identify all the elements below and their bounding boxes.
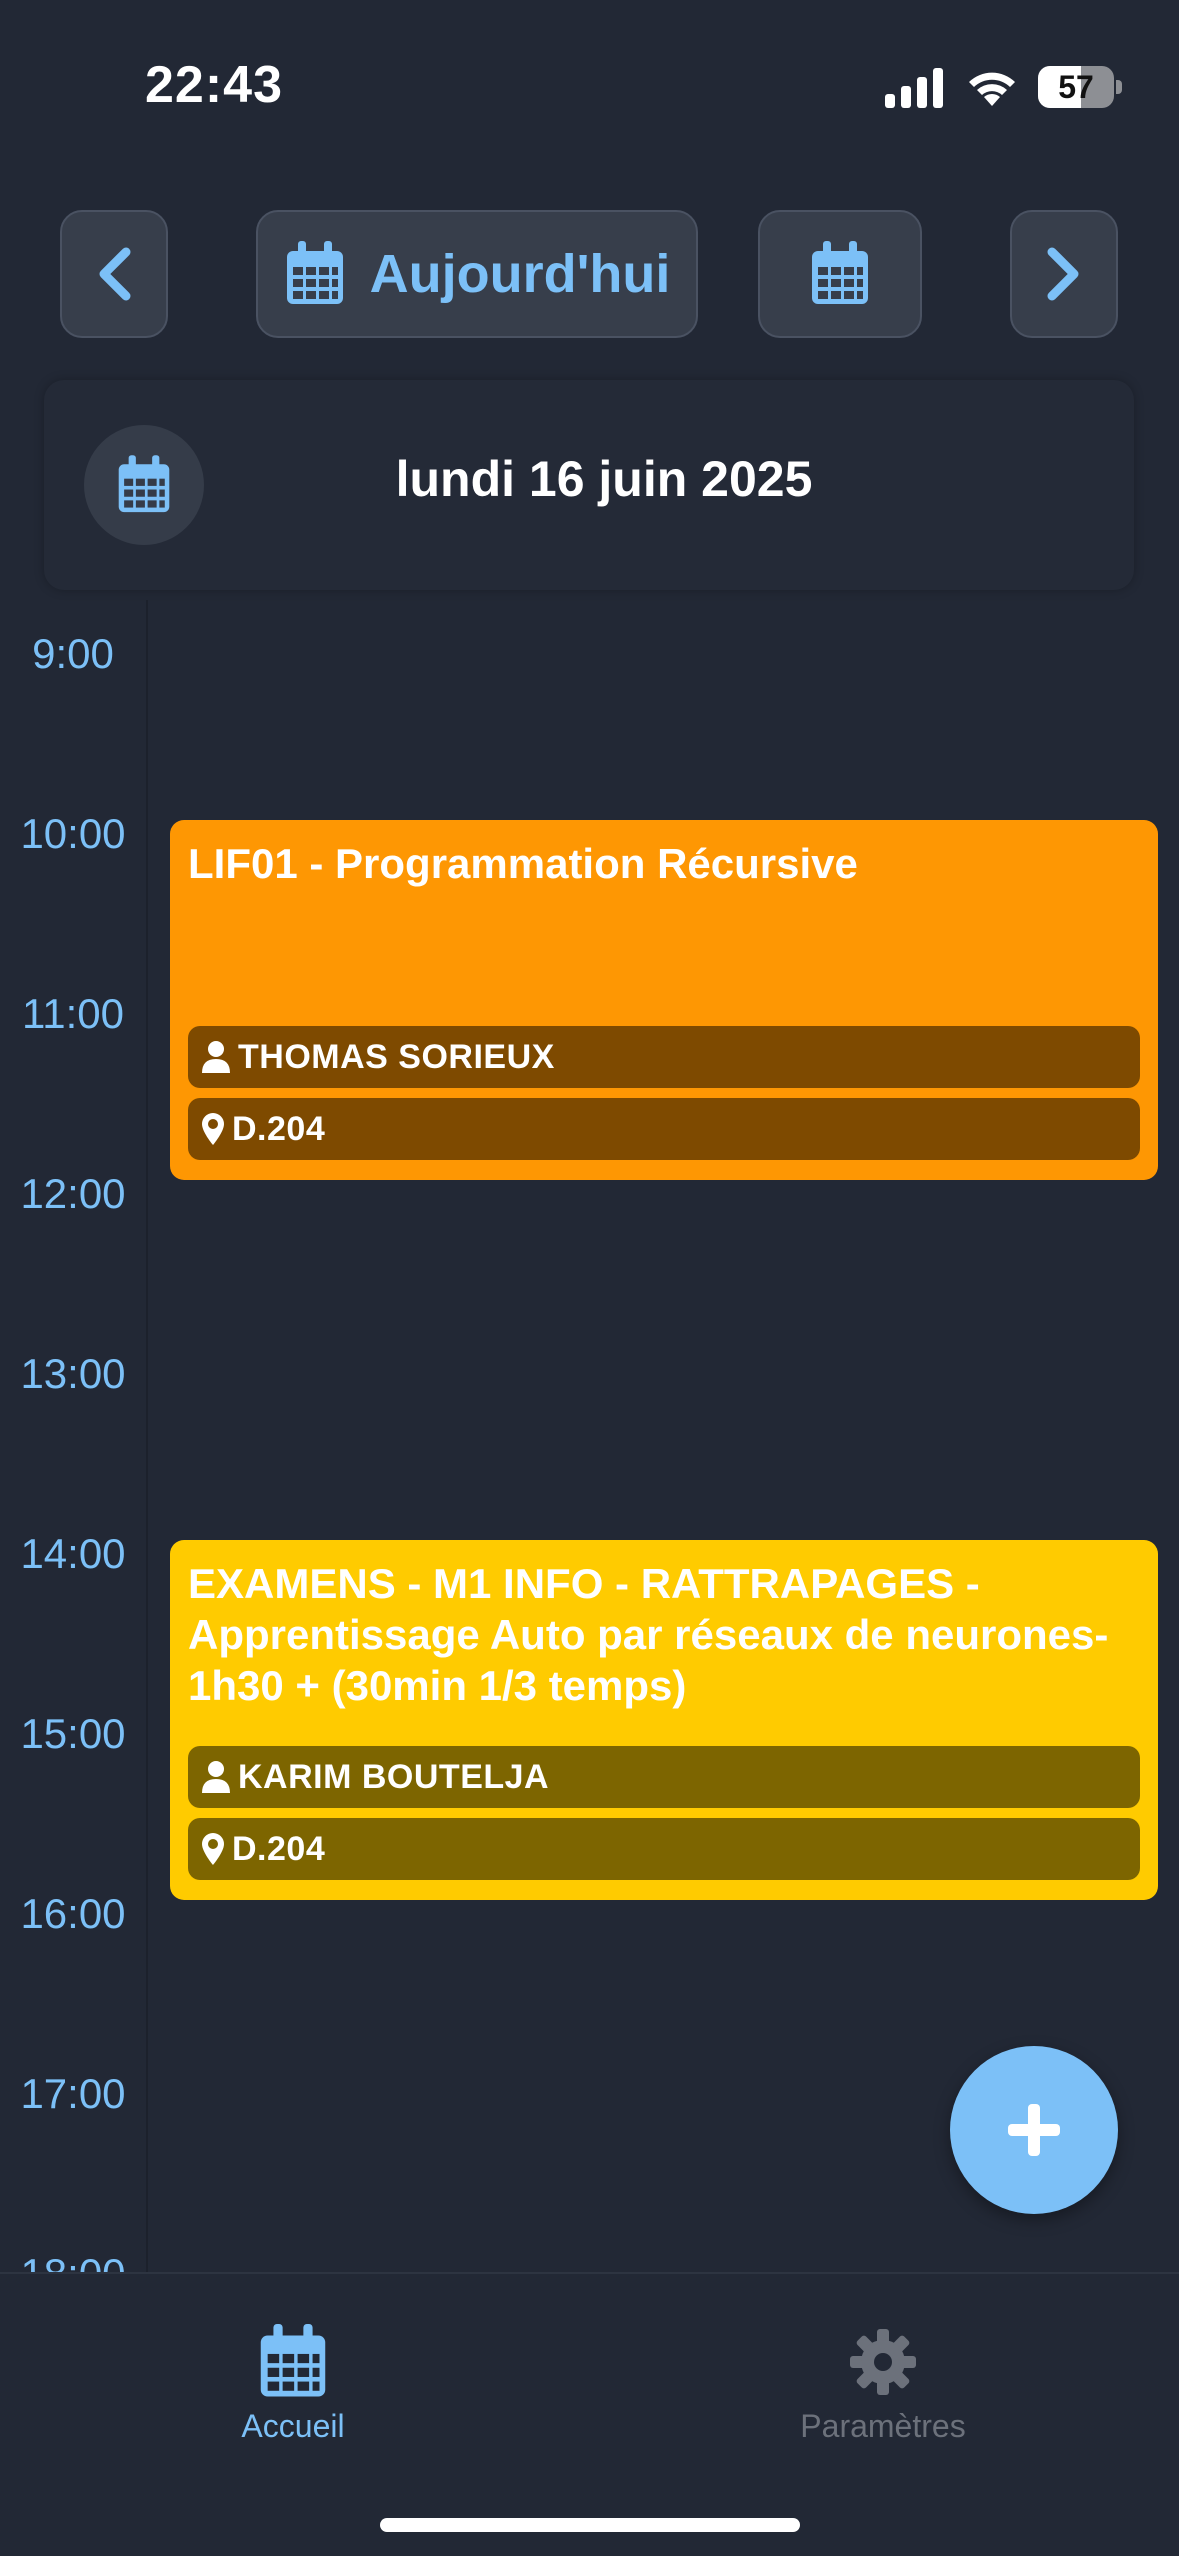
- calendar-icon: [260, 2324, 326, 2397]
- status-time: 22:43: [145, 56, 283, 114]
- battery-body: 57: [1038, 66, 1114, 108]
- event-card-exam[interactable]: EXAMENS - M1 INFO - RATTRAPAGES - Appren…: [170, 1540, 1158, 1900]
- bottom-navigation: Accueil Paramètres: [0, 2272, 1179, 2556]
- status-bar: 22:43 57: [0, 0, 1179, 150]
- battery-level: 57: [1058, 69, 1094, 105]
- today-button-label: Aujourd'hui: [369, 244, 671, 304]
- hour-label: 9:00: [32, 630, 114, 677]
- add-event-button[interactable]: [950, 2046, 1118, 2214]
- chevron-right-icon: [1047, 247, 1079, 301]
- event-title: LIF01 - Programmation Récursive: [188, 840, 858, 887]
- timeline-divider: [146, 600, 148, 2272]
- event-room-chip: D.204: [188, 1098, 1140, 1160]
- cellular-signal-icon: [885, 68, 943, 108]
- plus-icon: [1008, 2104, 1060, 2156]
- event-title: EXAMENS - M1 INFO - RATTRAPAGES - Appren…: [188, 1560, 1109, 1709]
- nav-label-parametres: Paramètres: [800, 2408, 966, 2444]
- event-room-chip: D.204: [188, 1818, 1140, 1880]
- event-teacher: THOMAS SORIEUX: [238, 1037, 555, 1076]
- calendar-icon: [812, 241, 868, 304]
- date-header: lundi 16 juin 2025: [44, 380, 1134, 590]
- battery-cap: [1116, 80, 1122, 94]
- hour-label: 16:00: [20, 1890, 126, 1937]
- event-room: D.204: [232, 1829, 326, 1868]
- event-teacher-chip: KARIM BOUTELJA: [188, 1746, 1140, 1808]
- chevron-left-icon: [99, 247, 131, 301]
- today-button[interactable]: Aujourd'hui: [256, 210, 698, 338]
- hour-label: 18:00: [0, 2250, 146, 2272]
- event-card-lif01[interactable]: LIF01 - Programmation Récursive THOMAS S…: [170, 820, 1158, 1180]
- date-title: lundi 16 juin 2025: [395, 451, 813, 507]
- map-pin-icon: [202, 1833, 224, 1865]
- hour-label: 12:00: [20, 1170, 126, 1217]
- battery-icon: 57: [1038, 66, 1122, 108]
- user-icon: [202, 1041, 230, 1073]
- map-pin-icon: [202, 1113, 224, 1145]
- hour-label: 10:00: [20, 810, 126, 857]
- hour-label: 13:00: [20, 1350, 126, 1397]
- nav-label-accueil: Accueil: [241, 2408, 345, 2444]
- calendar-picker-button[interactable]: [758, 210, 922, 338]
- user-icon: [202, 1761, 230, 1793]
- hour-label: 11:00: [22, 990, 124, 1037]
- event-room: D.204: [232, 1109, 326, 1148]
- calendar-icon: [286, 241, 343, 304]
- next-day-button[interactable]: [1010, 210, 1118, 338]
- hour-label: 15:00: [20, 1710, 126, 1757]
- day-timeline[interactable]: 9:00 10:00 11:00 12:00 13:00 14:00 15:00…: [0, 600, 1179, 2272]
- nav-item-parametres[interactable]: Paramètres: [733, 2324, 1033, 2445]
- nav-item-accueil[interactable]: Accueil: [143, 2324, 443, 2445]
- hour-label: 17:00: [20, 2070, 126, 2117]
- gear-icon: [850, 2329, 916, 2395]
- event-teacher: KARIM BOUTELJA: [238, 1757, 550, 1796]
- previous-day-button[interactable]: [60, 210, 168, 338]
- event-teacher-chip: THOMAS SORIEUX: [188, 1026, 1140, 1088]
- home-indicator[interactable]: [380, 2518, 800, 2532]
- app-screen: 22:43 57 Aujourd'hui lundi 16 juin 2025 …: [0, 0, 1179, 2556]
- wifi-icon: [969, 72, 1015, 106]
- hour-label: 14:00: [20, 1530, 126, 1577]
